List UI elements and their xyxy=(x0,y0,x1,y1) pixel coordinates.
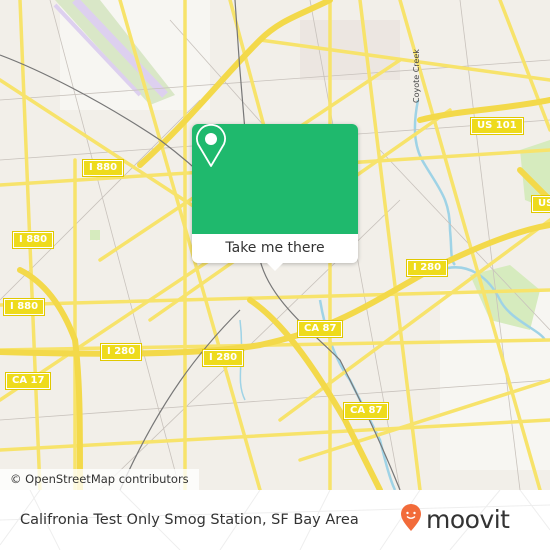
moovit-wordmark: moovit xyxy=(426,505,510,534)
take-me-there-button[interactable]: Take me there xyxy=(192,234,358,263)
moovit-logo[interactable]: moovit xyxy=(400,504,510,536)
popup-pointer xyxy=(266,262,284,271)
location-popup: Take me there xyxy=(192,124,358,271)
road-shield-i280: I 280 xyxy=(101,344,142,360)
map-attribution[interactable]: © OpenStreetMap contributors xyxy=(0,469,199,490)
road-shield-i880: I 880 xyxy=(83,160,124,176)
moovit-pin-icon xyxy=(400,504,422,536)
place-name: Califronia Test Only Smog Station, SF Ba… xyxy=(20,512,359,528)
popup-header xyxy=(192,124,358,234)
creek-label: Coyote Creek xyxy=(412,49,421,103)
road-shield-i880: I 880 xyxy=(13,232,54,248)
road-shield-us101: US 101 xyxy=(471,118,523,134)
road-shield-ca17: CA 17 xyxy=(6,373,51,389)
footer-bar: Califronia Test Only Smog Station, SF Ba… xyxy=(0,490,550,550)
map-view[interactable]: I 880 I 880 I 880 I 280 I 280 I 280 CA 1… xyxy=(0,0,550,490)
road-shield-us101: US xyxy=(532,196,550,212)
road-shield-i280: I 280 xyxy=(407,260,448,276)
road-shield-ca87: CA 87 xyxy=(298,321,343,337)
road-shield-ca87: CA 87 xyxy=(344,403,389,419)
road-shield-i880: I 880 xyxy=(4,299,45,315)
road-shield-i280: I 280 xyxy=(203,350,244,366)
